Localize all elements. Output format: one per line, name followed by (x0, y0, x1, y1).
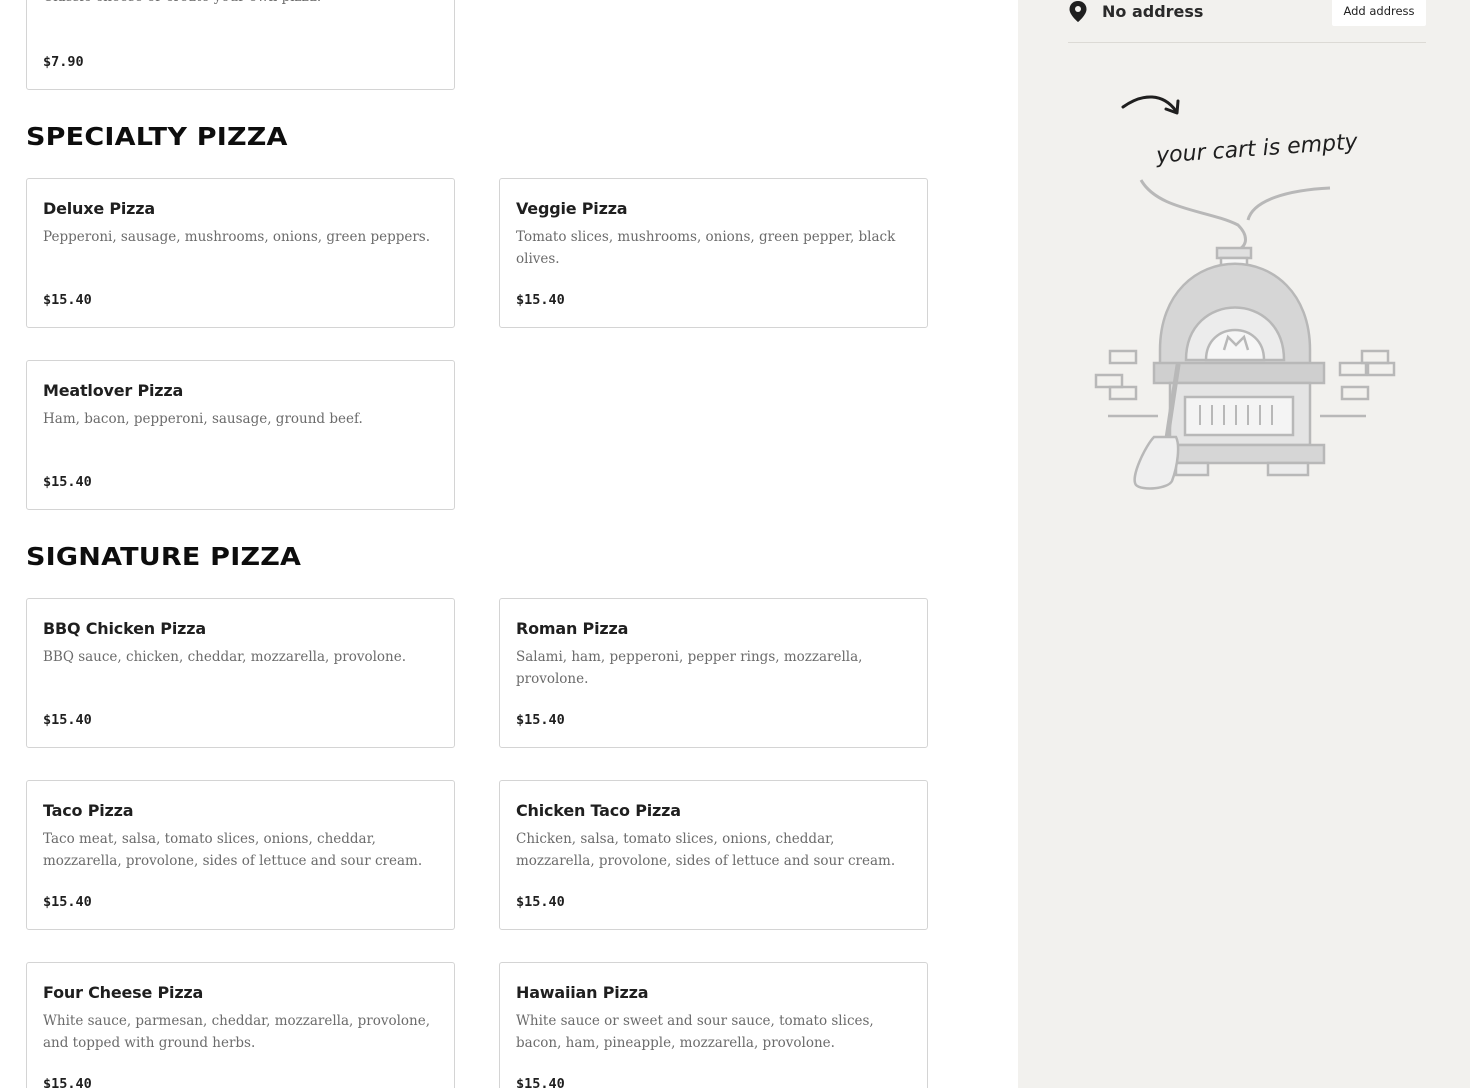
menu-item-description: Tomato slices, mushrooms, onions, green … (516, 229, 896, 267)
menu-item-name: Deluxe Pizza (43, 199, 155, 218)
menu-item-price: $15.40 (516, 894, 565, 910)
location-pin-icon (1069, 1, 1087, 22)
menu-item-name: Chicken Taco Pizza (516, 801, 681, 820)
menu-item-price: $15.40 (516, 292, 565, 308)
menu-item-card[interactable]: Deluxe Pizza Pepperoni, sausage, mushroo… (26, 178, 455, 328)
menu-item-description: Chicken, salsa, tomato slices, onions, c… (516, 831, 896, 869)
menu-item-name: Meatlover Pizza (43, 381, 184, 400)
menu-item-name: BBQ Chicken Pizza (43, 619, 206, 638)
menu-item-price: $15.40 (43, 474, 92, 490)
menu-item-card[interactable]: BBQ Chicken Pizza BBQ sauce, chicken, ch… (26, 598, 455, 748)
menu-item-price: $15.40 (43, 1076, 92, 1088)
menu-item-name: Veggie Pizza (516, 199, 628, 218)
menu-item-description: Taco meat, salsa, tomato slices, onions,… (43, 831, 423, 869)
menu-item-description: White sauce, parmesan, cheddar, mozzarel… (43, 1013, 431, 1051)
menu-item-price: $15.40 (516, 712, 565, 728)
menu-item-name: Roman Pizza (516, 619, 629, 638)
menu-item-description: White sauce or sweet and sour sauce, tom… (516, 1013, 874, 1051)
section-title-signature: SIGNATURE PIZZA (26, 542, 302, 571)
cart-sidebar: No address Add address your cart is empt… (1018, 0, 1470, 1088)
section-title-specialty: SPECIALTY PIZZA (26, 122, 288, 151)
menu-item-description: Ham, bacon, pepperoni, sausage, ground b… (43, 411, 363, 427)
menu-item-card[interactable]: Veggie Pizza Tomato slices, mushrooms, o… (499, 178, 928, 328)
address-row: No address Add address (1068, 0, 1426, 43)
menu-item-price: $15.40 (516, 1076, 565, 1088)
menu-item-price: $15.40 (43, 292, 92, 308)
menu-item-name: Taco Pizza (43, 801, 134, 820)
empty-cart-text: your cart is empty (1154, 130, 1359, 169)
menu-item-card[interactable]: Meatlover Pizza Ham, bacon, pepperoni, s… (26, 360, 455, 510)
address-label: No address (1102, 2, 1204, 21)
menu-item-description: BBQ sauce, chicken, cheddar, mozzarella,… (43, 649, 407, 665)
menu-item-card[interactable]: Chicken Taco Pizza Chicken, salsa, tomat… (499, 780, 928, 930)
add-address-button[interactable]: Add address (1332, 0, 1426, 26)
empty-cart-illustration: your cart is empty (1094, 95, 1396, 490)
menu-item-price: $15.40 (43, 712, 92, 728)
menu-item-card[interactable]: Hawaiian Pizza White sauce or sweet and … (499, 962, 928, 1088)
menu-column: Classic cheese or create your own pizza.… (0, 0, 1018, 1088)
menu-item-description: Salami, ham, pepperoni, pepper rings, mo… (516, 649, 863, 687)
menu-item-name: Four Cheese Pizza (43, 983, 204, 1002)
menu-item-card[interactable]: Roman Pizza Salami, ham, pepperoni, pepp… (499, 598, 928, 748)
menu-item-card[interactable]: Classic cheese or create your own pizza.… (26, 0, 455, 90)
menu-item-price: $7.90 (43, 54, 84, 70)
menu-item-name: Hawaiian Pizza (516, 983, 649, 1002)
menu-item-price: $15.40 (43, 894, 92, 910)
menu-item-description: Classic cheese or create your own pizza. (43, 0, 321, 8)
menu-item-description: Pepperoni, sausage, mushrooms, onions, g… (43, 229, 431, 245)
menu-item-card[interactable]: Taco Pizza Taco meat, salsa, tomato slic… (26, 780, 455, 930)
menu-item-card[interactable]: Four Cheese Pizza White sauce, parmesan,… (26, 962, 455, 1088)
